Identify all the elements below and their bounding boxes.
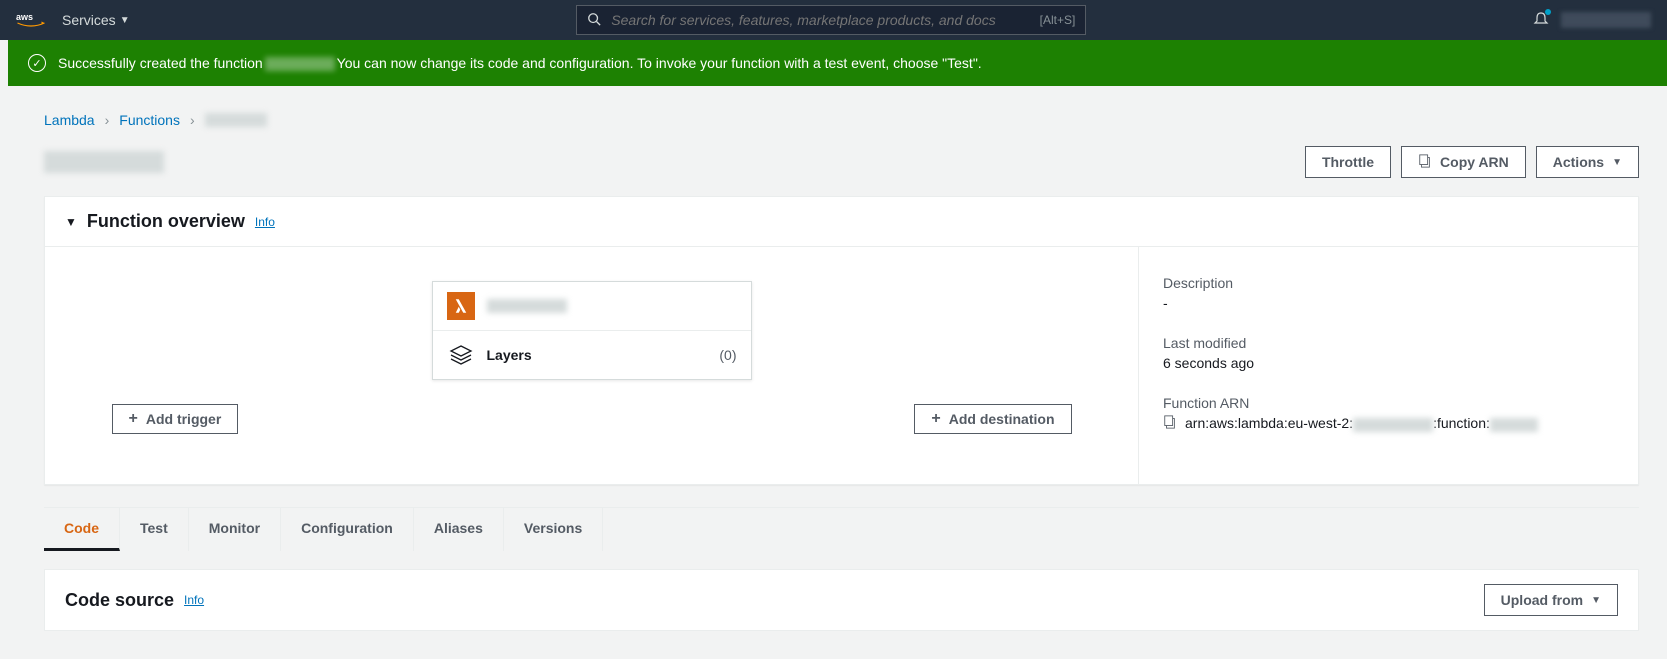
code-source-info-link[interactable]: Info [184, 593, 204, 607]
last-modified-value: 6 seconds ago [1163, 355, 1614, 371]
description-label: Description [1163, 275, 1614, 291]
last-modified-label: Last modified [1163, 335, 1614, 351]
tabs: Code Test Monitor Configuration Aliases … [44, 507, 1639, 551]
overview-body: Layers (0) + Add trigger + Add destinati… [45, 246, 1638, 484]
arn-text: arn:aws:lambda:eu-west-2: :function: [1185, 415, 1538, 431]
account-menu[interactable] [1561, 12, 1651, 28]
arn-label: Function ARN [1163, 395, 1614, 411]
code-source-card: Code source Info Upload from ▼ [44, 569, 1639, 631]
banner-suffix: You can now change its code and configur… [337, 55, 982, 71]
code-source-title: Code source [65, 590, 174, 611]
breadcrumb: Lambda › Functions › [44, 86, 1639, 146]
copy-icon[interactable] [1163, 415, 1177, 432]
redacted-fn-name [265, 57, 335, 71]
arn-account-redacted [1353, 418, 1433, 432]
crumb-lambda[interactable]: Lambda [44, 112, 95, 128]
notifications-icon[interactable] [1533, 11, 1549, 30]
notification-dot-icon [1545, 9, 1551, 15]
lambda-icon [447, 292, 475, 320]
add-destination-label: Add destination [949, 411, 1055, 427]
chevron-down-icon: ▼ [1612, 157, 1622, 168]
add-trigger-label: Add trigger [146, 411, 221, 427]
overview-diagram: Layers (0) + Add trigger + Add destinati… [45, 247, 1138, 484]
chevron-right-icon: › [105, 112, 110, 128]
actions-button[interactable]: Actions ▼ [1536, 146, 1639, 178]
layers-icon [447, 341, 475, 369]
function-overview-card: ▼ Function overview Info [44, 196, 1639, 485]
layers-label: Layers [487, 347, 708, 363]
search-input[interactable] [611, 12, 1029, 28]
chevron-down-icon: ▼ [120, 15, 130, 26]
copy-icon [1418, 154, 1432, 171]
overview-info-link[interactable]: Info [255, 215, 275, 229]
aws-logo[interactable]: aws [16, 10, 46, 30]
layers-count: (0) [719, 347, 736, 363]
layers-row[interactable]: Layers (0) [433, 330, 751, 379]
add-trigger-button[interactable]: + Add trigger [112, 404, 239, 434]
add-destination-button[interactable]: + Add destination [914, 404, 1071, 434]
function-box[interactable]: Layers (0) [432, 281, 752, 380]
crumb-current [205, 113, 267, 127]
actions-label: Actions [1553, 154, 1604, 170]
tab-aliases[interactable]: Aliases [414, 508, 504, 551]
tab-test[interactable]: Test [120, 508, 189, 551]
tab-configuration[interactable]: Configuration [281, 508, 414, 551]
plus-icon: + [931, 411, 940, 427]
tab-monitor[interactable]: Monitor [189, 508, 281, 551]
services-label: Services [62, 12, 116, 28]
crumb-functions[interactable]: Functions [119, 112, 180, 128]
overview-header[interactable]: ▼ Function overview Info [45, 197, 1638, 246]
search-box[interactable]: [Alt+S] [576, 5, 1086, 35]
services-menu[interactable]: Services ▼ [62, 12, 130, 28]
throttle-button[interactable]: Throttle [1305, 146, 1391, 178]
function-name-row [433, 282, 751, 330]
code-source-title-wrap: Code source Info [65, 590, 204, 611]
tab-versions[interactable]: Versions [504, 508, 603, 551]
function-name [487, 299, 567, 313]
page-title [44, 151, 164, 173]
caret-down-icon: ▼ [65, 215, 77, 229]
throttle-label: Throttle [1322, 154, 1374, 170]
plus-icon: + [129, 411, 138, 427]
tab-code[interactable]: Code [44, 508, 120, 551]
overview-title: Function overview [87, 211, 245, 232]
content: Lambda › Functions › Throttle Copy ARN A… [8, 86, 1667, 659]
copy-arn-label: Copy ARN [1440, 154, 1509, 170]
svg-text:aws: aws [16, 12, 33, 22]
upload-from-label: Upload from [1501, 592, 1583, 608]
description-value: - [1163, 295, 1614, 311]
success-banner: ✓ Successfully created the function You c… [8, 40, 1667, 86]
banner-text: Successfully created the function You can… [58, 55, 982, 71]
search-shortcut: [Alt+S] [1040, 13, 1076, 27]
overview-details: Description - Last modified 6 seconds ag… [1138, 247, 1638, 484]
chevron-right-icon: › [190, 112, 195, 128]
banner-prefix: Successfully created the function [58, 55, 263, 71]
arn-fn-redacted [1490, 418, 1538, 432]
arn-mid: :function: [1433, 415, 1490, 431]
trigger-row: + Add trigger + Add destination [112, 404, 1072, 434]
action-buttons: Throttle Copy ARN Actions ▼ [1305, 146, 1639, 178]
search-icon [587, 12, 601, 29]
copy-arn-button[interactable]: Copy ARN [1401, 146, 1526, 178]
search-wrap: [Alt+S] [146, 5, 1517, 35]
upload-from-button[interactable]: Upload from ▼ [1484, 584, 1618, 616]
arn-value: arn:aws:lambda:eu-west-2: :function: [1163, 415, 1614, 432]
top-nav: aws Services ▼ [Alt+S] [0, 0, 1667, 40]
success-check-icon: ✓ [28, 54, 46, 72]
title-bar: Throttle Copy ARN Actions ▼ [44, 146, 1639, 196]
nav-right [1533, 11, 1651, 30]
arn-prefix: arn:aws:lambda:eu-west-2: [1185, 415, 1353, 431]
chevron-down-icon: ▼ [1591, 595, 1601, 606]
